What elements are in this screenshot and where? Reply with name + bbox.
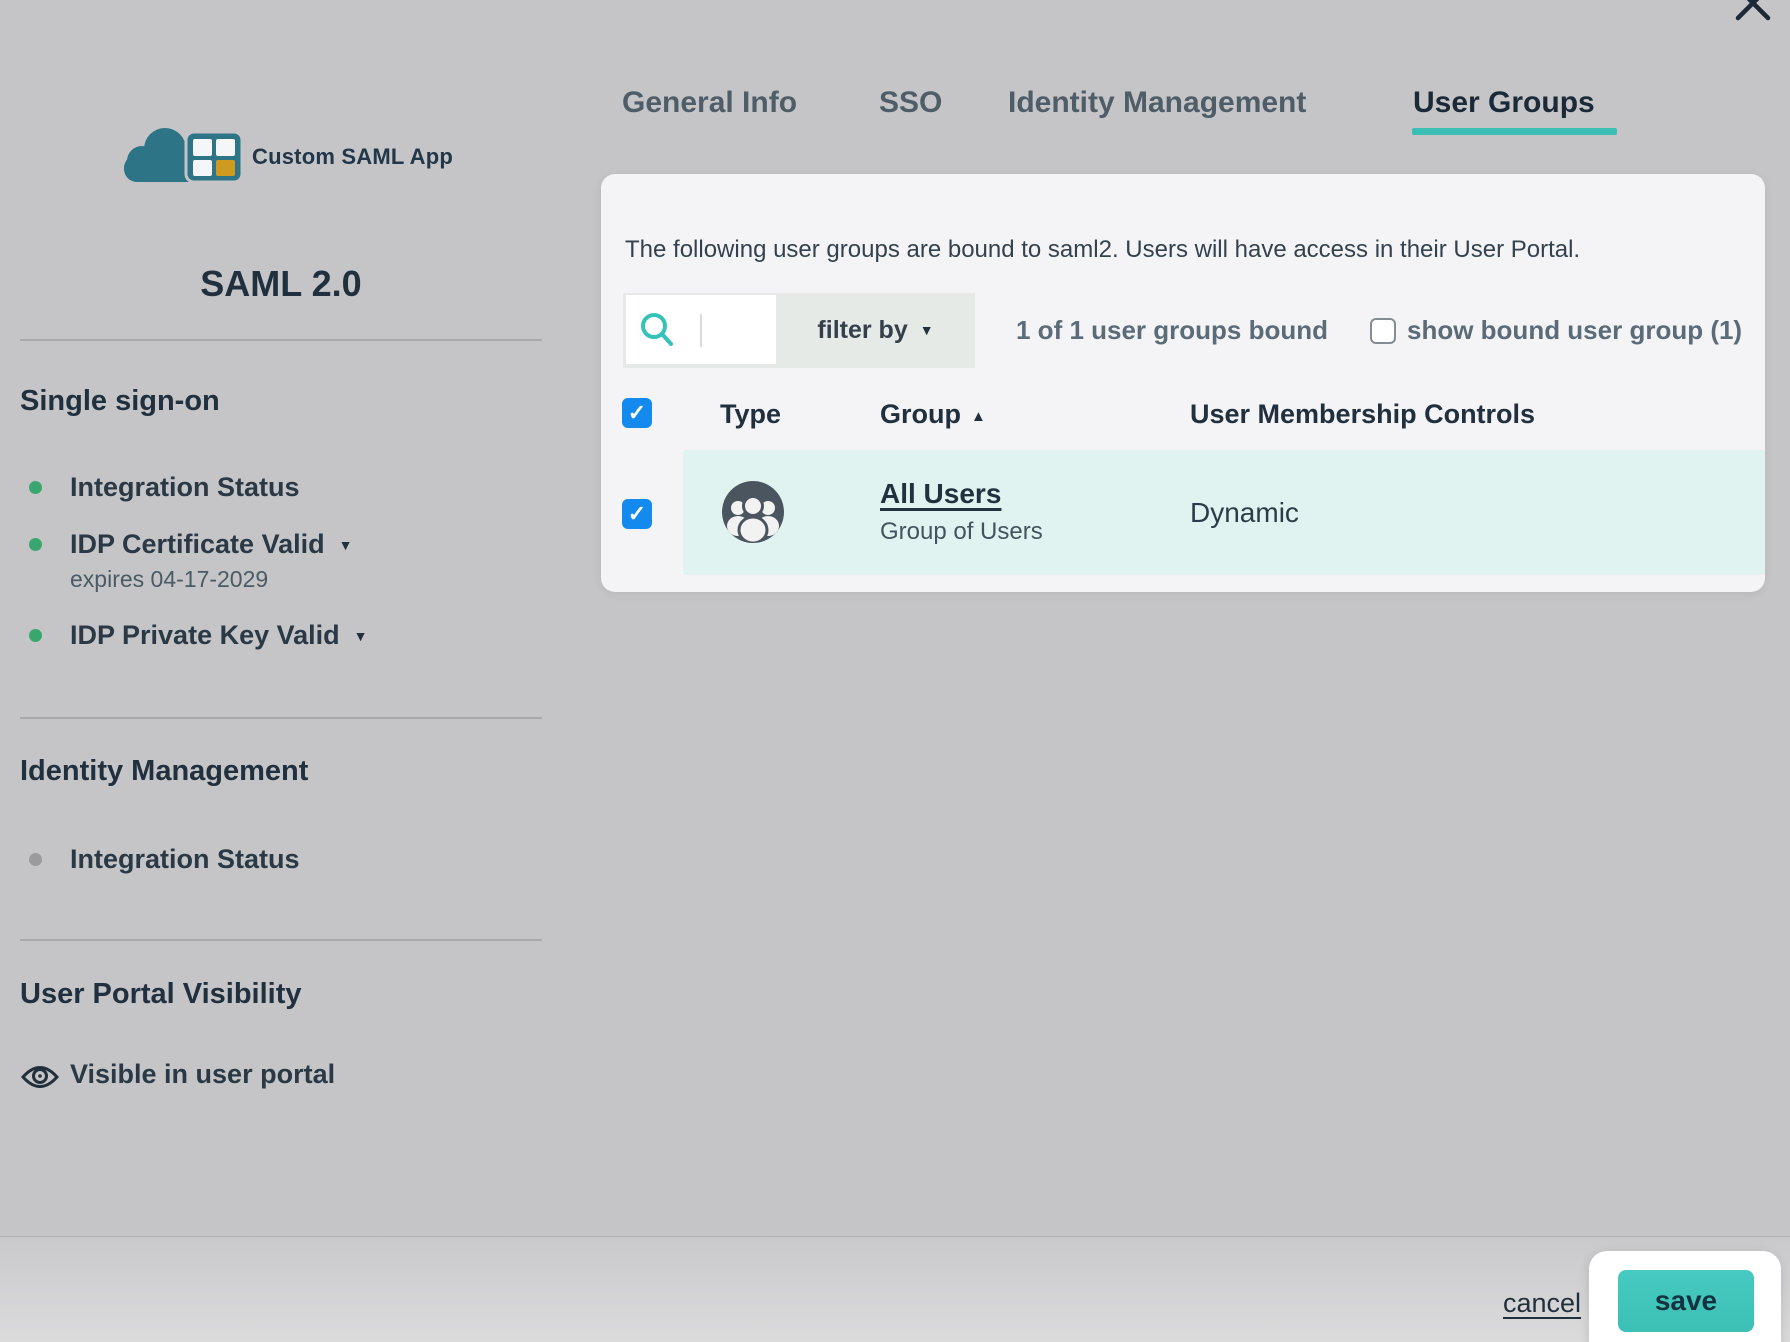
table-row[interactable]: All Users Group of Users Dynamic	[683, 450, 1765, 575]
status-green-dot-icon	[29, 538, 42, 551]
search-icon	[638, 311, 676, 349]
filter-by-dropdown[interactable]: filter by ▼	[776, 293, 975, 368]
idm-integration-status-label: Integration Status	[70, 842, 300, 876]
protocol-title: SAML 2.0	[20, 263, 542, 305]
sidebar-divider	[20, 939, 542, 941]
tab-user-groups[interactable]: User Groups	[1413, 86, 1595, 120]
identity-management-section-heading: Identity Management	[20, 755, 308, 788]
app-name-label: Custom SAML App	[252, 144, 453, 170]
chevron-down-icon: ▼	[920, 322, 934, 338]
sso-section-heading: Single sign-on	[20, 385, 220, 418]
idp-private-key-label[interactable]: IDP Private Key Valid▼	[70, 618, 368, 653]
group-name-link[interactable]: All Users	[880, 478, 1001, 510]
column-header-membership-controls[interactable]: User Membership Controls	[1190, 398, 1535, 430]
user-portal-visibility-heading: User Portal Visibility	[20, 978, 302, 1011]
sidebar-divider	[20, 339, 542, 341]
group-type-label: Group of Users	[880, 518, 1043, 546]
tab-sso[interactable]: SSO	[879, 86, 942, 120]
show-bound-label: show bound user group (1)	[1407, 293, 1742, 368]
visible-in-user-portal-label: Visible in user portal	[70, 1059, 335, 1090]
search-input[interactable]	[684, 303, 770, 356]
chevron-down-icon[interactable]: ▼	[354, 628, 368, 644]
sso-integration-status-label: Integration Status	[70, 470, 300, 504]
status-gray-dot-icon	[29, 853, 42, 866]
search-filter-group: filter by ▼	[623, 293, 975, 368]
search-box[interactable]	[626, 295, 776, 364]
tab-identity-management[interactable]: Identity Management	[1008, 86, 1306, 120]
idp-certificate-label[interactable]: IDP Certificate Valid▼	[70, 527, 352, 562]
check-icon: ✓	[628, 400, 646, 425]
close-icon[interactable]	[1732, 0, 1774, 24]
select-all-checkbox[interactable]: ✓	[622, 398, 652, 428]
membership-control-value: Dynamic	[1190, 450, 1299, 575]
status-green-dot-icon	[29, 481, 42, 494]
filter-by-label: filter by	[817, 316, 907, 344]
custom-saml-app-logo-icon	[116, 124, 248, 184]
row-checkbox[interactable]: ✓	[622, 499, 652, 529]
save-button[interactable]: save	[1618, 1270, 1754, 1332]
check-icon: ✓	[628, 501, 646, 526]
idp-certificate-expiry: expires 04-17-2029	[70, 566, 268, 593]
sort-asc-icon: ▲	[971, 408, 986, 425]
grid-shape	[186, 132, 242, 182]
bound-summary-text: 1 of 1 user groups bound	[1016, 293, 1328, 368]
sidebar-divider	[20, 717, 542, 719]
user-group-avatar-icon[interactable]	[722, 481, 784, 543]
chevron-down-icon[interactable]: ▼	[339, 537, 353, 553]
eye-icon	[20, 1062, 60, 1092]
user-groups-panel: The following user groups are bound to s…	[601, 174, 1765, 592]
saml-app-settings-modal: Custom SAML App SAML 2.0 Single sign-on …	[0, 0, 1790, 1342]
column-header-group[interactable]: Group▲	[880, 398, 986, 430]
tab-general-info[interactable]: General Info	[622, 86, 797, 120]
save-button-highlight-card: save	[1589, 1251, 1781, 1342]
cancel-link[interactable]: cancel	[1503, 1288, 1581, 1319]
show-bound-checkbox[interactable]	[1370, 318, 1396, 344]
panel-description: The following user groups are bound to s…	[625, 236, 1580, 264]
column-header-type[interactable]: Type	[720, 398, 781, 430]
status-green-dot-icon	[29, 629, 42, 642]
active-tab-underline	[1412, 128, 1617, 135]
